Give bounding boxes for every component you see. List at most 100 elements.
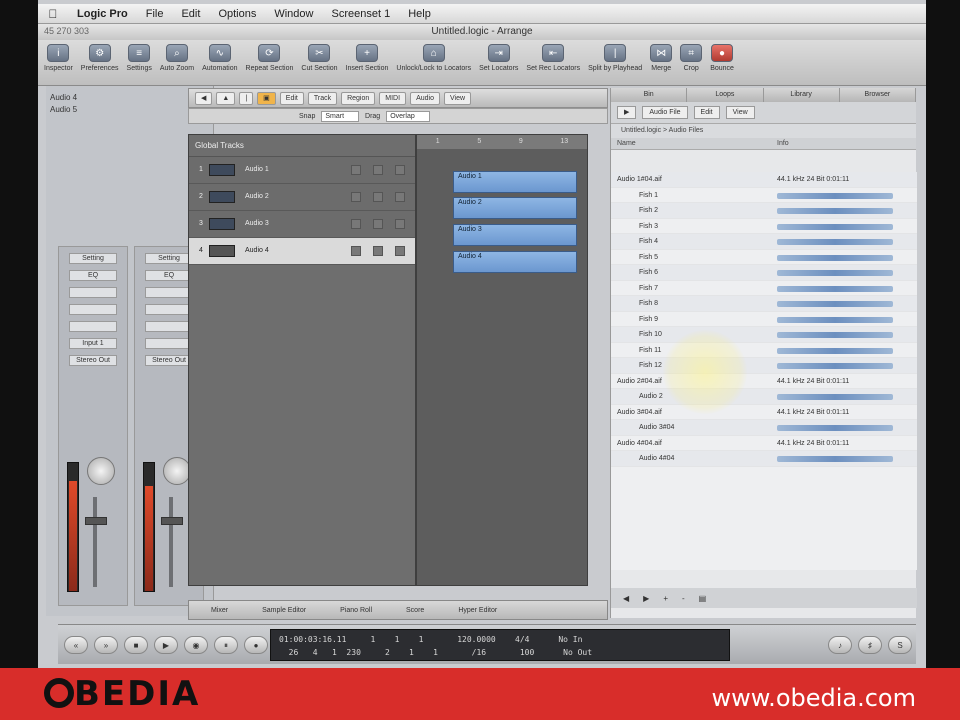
- cycle-button[interactable]: ◉: [184, 635, 208, 654]
- menu-app[interactable]: Logic Pro: [68, 8, 137, 20]
- toolbar-set-rec-locators-button[interactable]: ⇤ Set Rec Locators: [526, 44, 580, 72]
- strip-output-slot[interactable]: Stereo Out: [69, 355, 117, 366]
- arrange-tool-1[interactable]: ◀: [195, 91, 213, 105]
- arrange-tool-2[interactable]: ▲: [216, 91, 236, 105]
- track-row-selected[interactable]: 4 Audio 4: [189, 238, 415, 265]
- toolbar-settings-button[interactable]: ≡ Settings: [127, 44, 152, 72]
- audio-file-row[interactable]: Audio 2#04.aif 44.1 kHz 24 Bit 0:01:11: [611, 374, 917, 389]
- audio-region-row[interactable]: Fish 6: [611, 265, 917, 281]
- rec-button[interactable]: [395, 192, 405, 202]
- prev-button[interactable]: ◀: [623, 594, 629, 603]
- stop-button[interactable]: ■: [124, 635, 148, 654]
- column-name[interactable]: Name: [611, 138, 777, 149]
- toolbar-set-locators-button[interactable]: ⇥ Set Locators: [479, 44, 518, 72]
- strip-input-slot[interactable]: Input 1: [69, 338, 117, 349]
- arrange-menu-midi[interactable]: MIDI: [379, 91, 407, 105]
- track-row[interactable]: 2 Audio 2: [189, 184, 415, 211]
- toolbar-split-button[interactable]: | Split by Playhead: [588, 44, 642, 72]
- audio-file-row[interactable]: Audio 4#04.aif 44.1 kHz 24 Bit 0:01:11: [611, 436, 917, 451]
- track-row[interactable]: 3 Audio 3: [189, 211, 415, 238]
- metronome-button[interactable]: ♪: [828, 635, 852, 654]
- tab-mixer[interactable]: Mixer: [211, 607, 228, 614]
- audio-region-row[interactable]: Fish 2: [611, 203, 917, 219]
- arrange-timeline[interactable]: 1 5 9 13 Audio 1 Audio 2 Audio 3 Audio 4: [416, 134, 588, 586]
- menu-file[interactable]: File: [137, 8, 173, 20]
- mute-button[interactable]: [351, 246, 361, 256]
- volume-fader-handle[interactable]: [85, 517, 107, 525]
- audio-region[interactable]: Audio 2: [453, 197, 577, 219]
- tab-sample-editor[interactable]: Sample Editor: [262, 607, 306, 614]
- solo-mode-button[interactable]: S: [888, 635, 912, 654]
- solo-button[interactable]: [373, 246, 383, 256]
- audio-region[interactable]: Audio 3: [453, 224, 577, 246]
- arrange-tool-4[interactable]: ▣: [257, 91, 276, 105]
- play-preview-button[interactable]: ▶: [617, 106, 637, 119]
- toolbar-insert-section-button[interactable]: + Insert Section: [346, 44, 388, 72]
- drag-select[interactable]: Overlap: [386, 110, 430, 122]
- toolbar-autozoom-button[interactable]: ⌕ Auto Zoom: [160, 44, 194, 72]
- pan-knob[interactable]: [87, 457, 115, 485]
- toolbar-automation-button[interactable]: ∿ Automation: [202, 44, 238, 72]
- menu-edit[interactable]: Edit: [172, 8, 209, 20]
- bar-ruler[interactable]: 1 5 9 13: [417, 135, 587, 149]
- volume-fader-handle[interactable]: [161, 517, 183, 525]
- solo-button[interactable]: [373, 219, 383, 229]
- strip-insert-slot[interactable]: [145, 287, 193, 298]
- tab-piano-roll[interactable]: Piano Roll: [340, 607, 372, 614]
- audio-file-menu[interactable]: Audio File: [642, 106, 688, 119]
- arrange-menu-region[interactable]: Region: [341, 91, 376, 105]
- strip-eq-slot[interactable]: EQ: [69, 270, 117, 281]
- toolbar-crop-button[interactable]: ⌗ Crop: [680, 44, 703, 72]
- remove-button[interactable]: -: [682, 594, 685, 603]
- add-button[interactable]: +: [663, 594, 668, 603]
- toolbar-preferences-button[interactable]: ⚙ Preferences: [81, 44, 119, 72]
- audio-region-row[interactable]: Audio 3#04: [611, 420, 917, 436]
- tab-browser[interactable]: Browser: [840, 88, 916, 102]
- tab-bin[interactable]: Bin: [611, 88, 688, 102]
- strip-send-slot[interactable]: [69, 321, 117, 332]
- toolbar-inspector-button[interactable]: i Inspector: [44, 44, 73, 72]
- menu-help[interactable]: Help: [399, 8, 440, 20]
- play-button[interactable]: ▶: [154, 635, 178, 654]
- solo-button[interactable]: [373, 165, 383, 175]
- audio-region-row[interactable]: Fish 7: [611, 281, 917, 296]
- forward-button[interactable]: »: [94, 635, 118, 654]
- list-view-icon[interactable]: ▤: [699, 594, 707, 603]
- strip-send-slot[interactable]: [145, 321, 193, 332]
- audio-region[interactable]: Audio 1: [453, 171, 577, 193]
- tab-loops[interactable]: Loops: [687, 88, 764, 102]
- rec-button[interactable]: [395, 165, 405, 175]
- global-tracks-header[interactable]: Global Tracks: [189, 135, 415, 157]
- edit-menu[interactable]: Edit: [693, 106, 720, 119]
- column-info[interactable]: Info: [777, 138, 789, 149]
- rewind-button[interactable]: «: [64, 635, 88, 654]
- strip-setting-slot[interactable]: Setting: [69, 253, 117, 264]
- snap-select[interactable]: Smart: [321, 110, 360, 122]
- apple-menu-icon[interactable]: : [38, 7, 68, 21]
- audio-region-row[interactable]: Fish 10: [611, 327, 917, 343]
- strip-insert-slot[interactable]: [69, 304, 117, 315]
- tab-library[interactable]: Library: [764, 88, 840, 102]
- rec-button[interactable]: [395, 219, 405, 229]
- mute-button[interactable]: [351, 219, 361, 229]
- tab-score[interactable]: Score: [406, 607, 424, 614]
- audio-region-row[interactable]: Fish 8: [611, 296, 917, 312]
- arrange-tool-3[interactable]: |: [239, 91, 254, 105]
- record-button[interactable]: ●: [244, 635, 268, 654]
- mute-button[interactable]: [351, 192, 361, 202]
- audio-region-row[interactable]: Fish 5: [611, 250, 917, 265]
- arrange-menu-edit[interactable]: Edit: [279, 91, 304, 105]
- toolbar-cut-section-button[interactable]: ✂ Cut Section: [301, 44, 338, 72]
- audio-region[interactable]: Audio 4: [453, 251, 577, 273]
- strip-insert-slot[interactable]: [69, 287, 117, 298]
- arrange-menu-view[interactable]: View: [443, 91, 472, 105]
- menu-window[interactable]: Window: [265, 8, 322, 20]
- next-button[interactable]: ▶: [643, 594, 649, 603]
- audio-region-row[interactable]: Fish 3: [611, 219, 917, 234]
- menu-options[interactable]: Options: [209, 8, 265, 20]
- strip-input-slot[interactable]: [145, 338, 193, 349]
- audio-region-row[interactable]: Fish 1: [611, 188, 917, 203]
- arrange-menu-track[interactable]: Track: [307, 91, 338, 105]
- solo-button[interactable]: [373, 192, 383, 202]
- mute-button[interactable]: [351, 165, 361, 175]
